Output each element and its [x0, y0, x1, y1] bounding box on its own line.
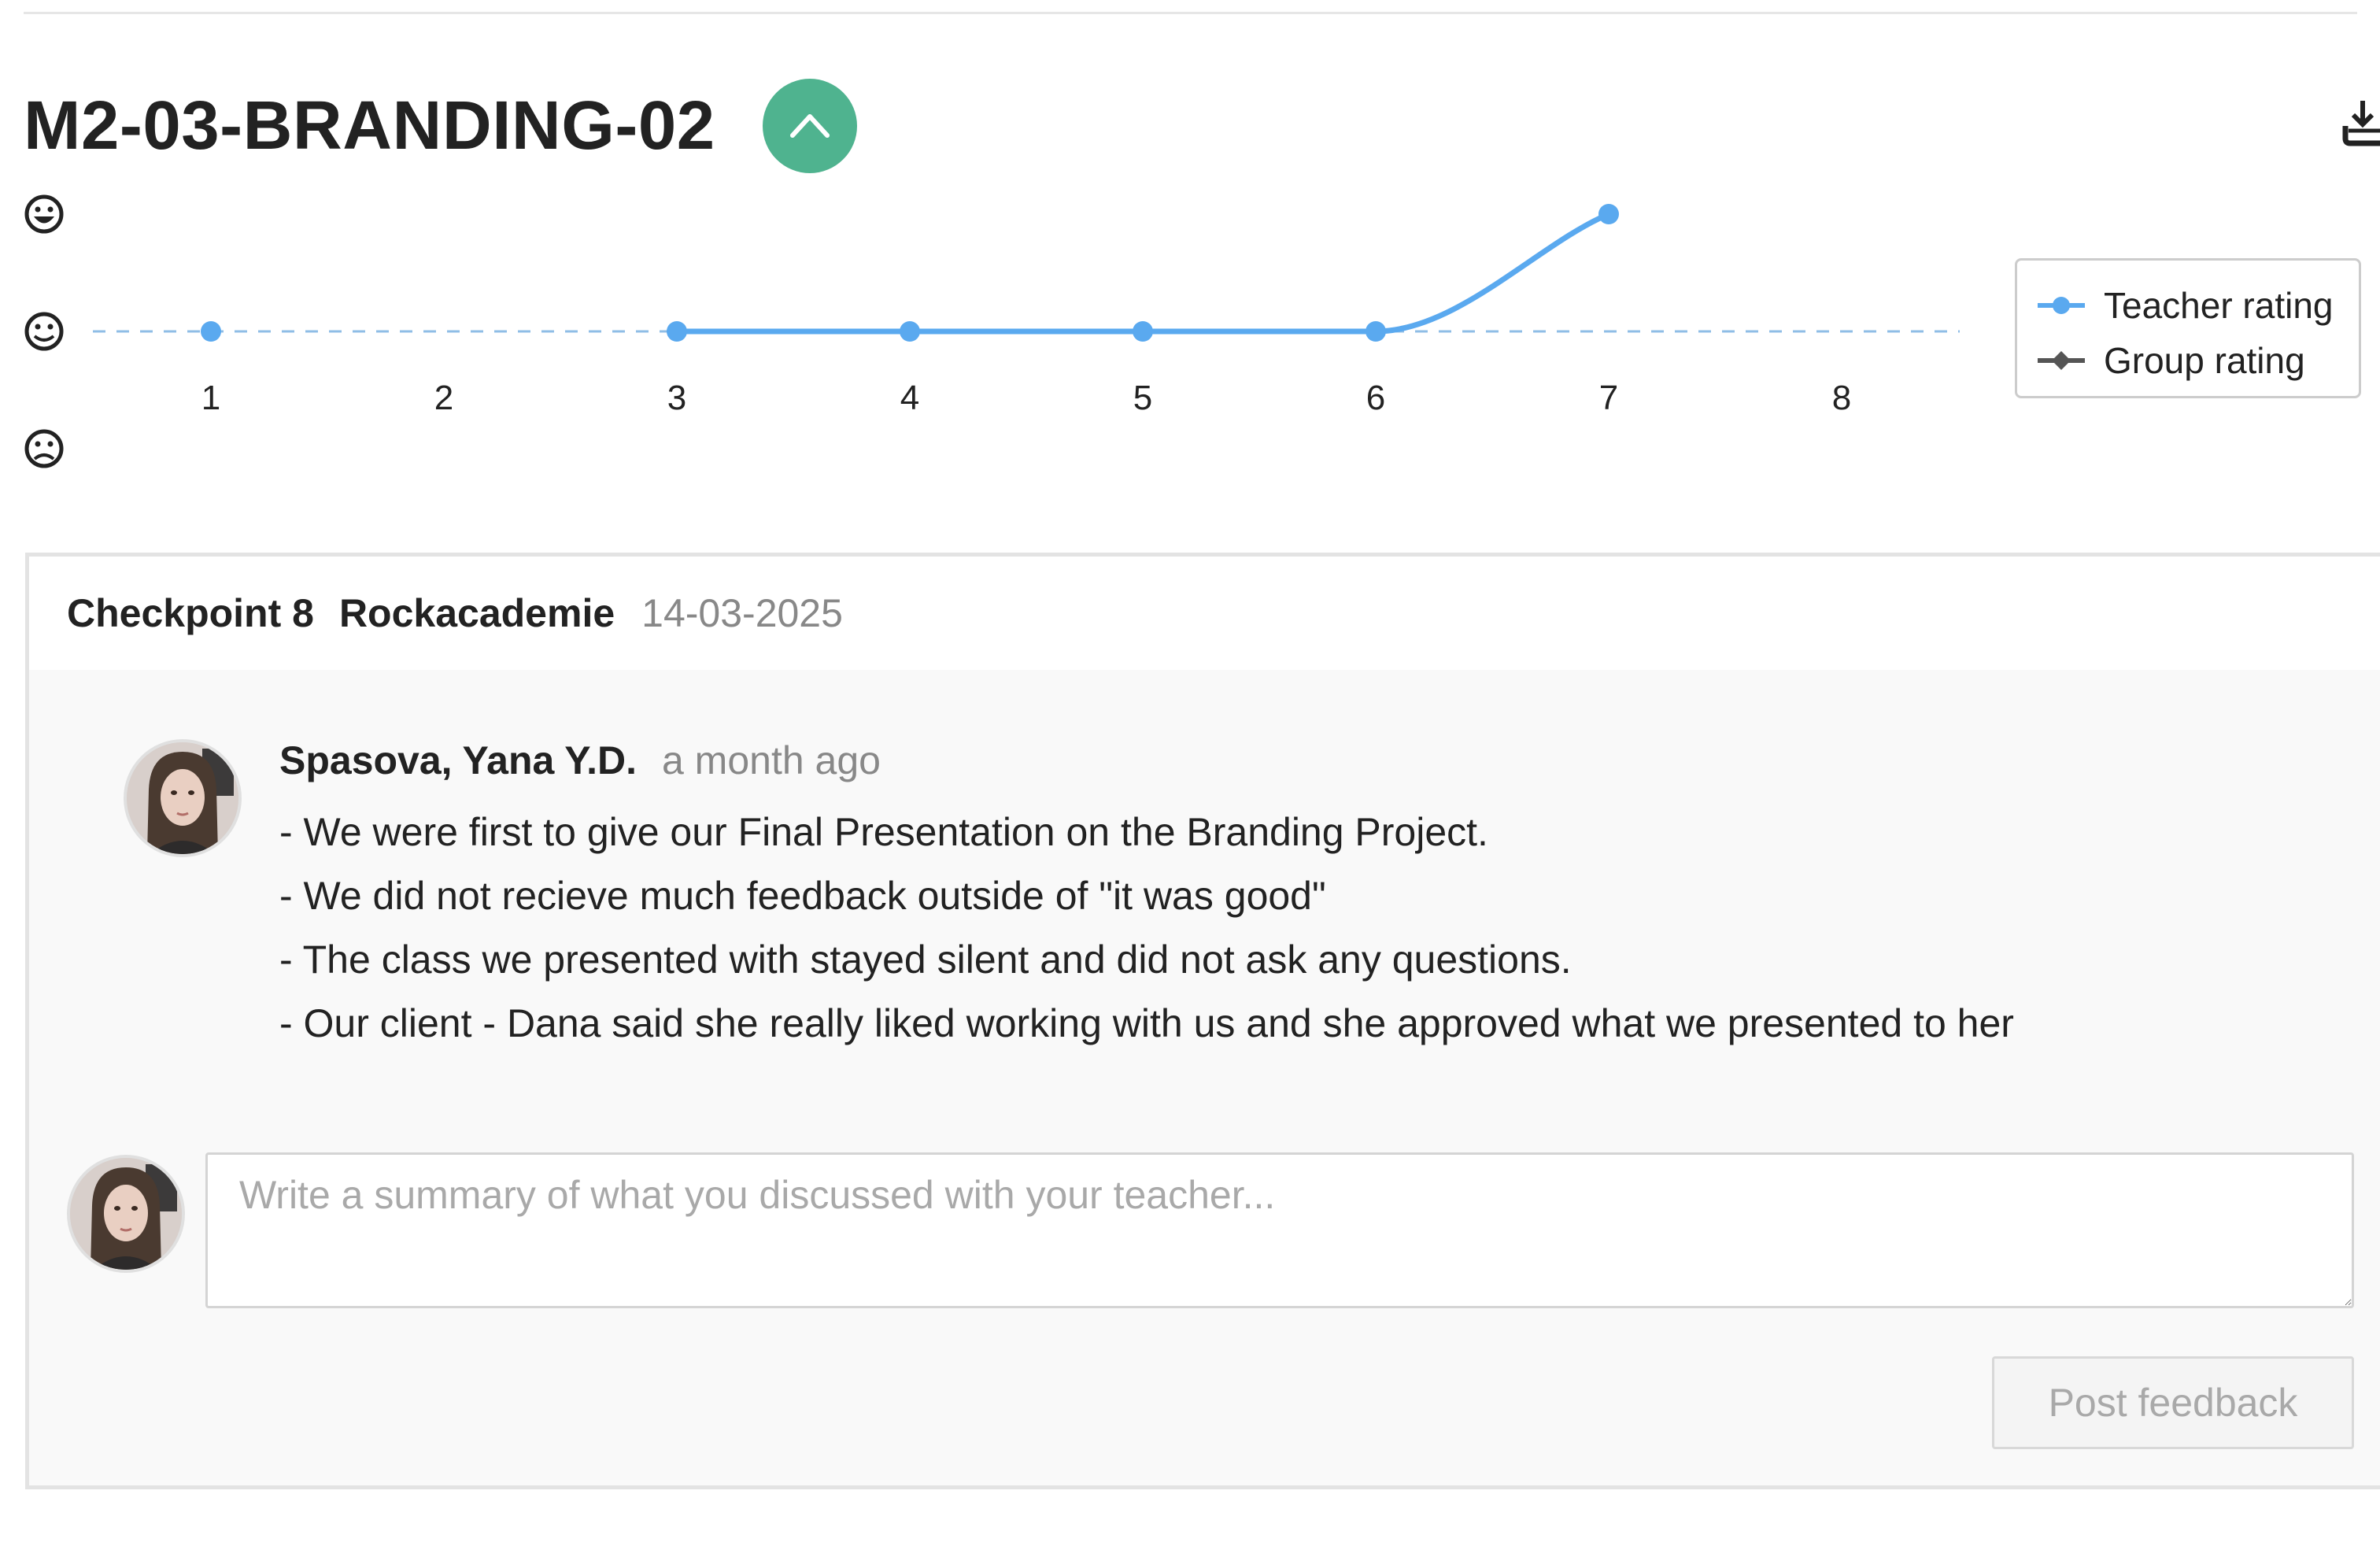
x-tick-label: 4: [900, 379, 919, 417]
checkpoint-header: Checkpoint 8 Rockacademie 14-03-2025: [29, 557, 2380, 670]
x-tick-label: 7: [1599, 379, 1618, 417]
face-mouth: [33, 453, 55, 460]
x-axis-ticks: 1 2 3 4 5 6 7 8: [201, 379, 1851, 417]
checkpoint-card: Checkpoint 8 Rockacademie 14-03-2025 Spa…: [25, 553, 2380, 1489]
x-tick-label: 3: [667, 379, 686, 417]
x-tick-label: 1: [201, 379, 220, 417]
comment-body: Spasova, Yana Y.D. a month ago - We were…: [279, 738, 2294, 1056]
checkpoint-label: Checkpoint 8: [67, 591, 314, 635]
collapse-toggle-button[interactable]: [762, 79, 857, 173]
face-mouth: [33, 335, 55, 342]
face-outline: [24, 194, 64, 234]
legend-item-teacher-rating[interactable]: Teacher rating: [2036, 278, 2359, 333]
legend-label-group-rating: Group rating: [2104, 340, 2305, 381]
sad-face-icon: [24, 429, 64, 468]
comment-line: - We did not recieve much feedback outsi…: [279, 874, 1326, 918]
x-tick-label: 6: [1366, 379, 1385, 417]
x-tick-label: 5: [1133, 379, 1152, 417]
legend-circle-marker-icon: [2038, 297, 2085, 314]
comment-line: - The class we presented with stayed sil…: [279, 938, 1572, 982]
y-axis-icons: [24, 194, 64, 468]
comment-author: Spasova, Yana Y.D.: [279, 738, 637, 782]
data-point: [1598, 204, 1619, 224]
download-button[interactable]: [2341, 94, 2380, 150]
chevron-up-icon: [789, 114, 830, 138]
face-eye: [47, 441, 54, 447]
series-layer: [201, 204, 1619, 342]
face-eye: [35, 441, 41, 447]
legend-diamond-marker-icon: [2038, 351, 2085, 370]
download-icon: [2342, 101, 2380, 146]
series-line: [674, 211, 1612, 335]
top-toolbar-strip: [24, 0, 2357, 14]
face-outline: [24, 429, 64, 468]
data-point: [1366, 321, 1386, 342]
avatar-portrait-icon: [70, 1158, 182, 1270]
face-eye: [35, 206, 41, 213]
module-header: M2-03-BRANDING-02: [24, 63, 857, 189]
neutral-face-icon: [24, 312, 64, 351]
post-feedback-button[interactable]: Post feedback: [1992, 1356, 2354, 1449]
face-eye: [35, 324, 41, 330]
avatar-portrait-icon: [127, 742, 238, 854]
author-avatar: [124, 739, 242, 857]
current-user-avatar: [67, 1155, 185, 1273]
comment-line: - Our client - Dana said she really like…: [279, 1001, 2014, 1045]
legend-label-teacher-rating: Teacher rating: [2104, 285, 2334, 326]
legend-item-group-rating[interactable]: Group rating: [2036, 333, 2359, 388]
face-eye: [47, 206, 54, 213]
happy-face-icon: [24, 194, 64, 234]
comment-meta: Spasova, Yana Y.D. a month ago: [279, 738, 2294, 801]
data-point: [900, 321, 920, 342]
face-eye: [47, 324, 54, 330]
data-point: [201, 321, 221, 342]
comment-line: - We were first to give our Final Presen…: [279, 810, 1488, 854]
checkpoint-date: 14-03-2025: [641, 591, 843, 635]
checkpoint-organization: Rockacademie: [338, 591, 615, 635]
face-mouth: [34, 216, 54, 224]
x-tick-label: 2: [434, 379, 453, 417]
summary-textarea[interactable]: [205, 1152, 2354, 1308]
face-outline: [24, 312, 64, 351]
chart-legend: Teacher rating Group rating: [2015, 258, 2361, 398]
comment-timestamp: a month ago: [661, 738, 881, 782]
data-point: [1133, 321, 1153, 342]
data-point: [667, 321, 687, 342]
module-title: M2-03-BRANDING-02: [24, 87, 715, 164]
x-tick-label: 8: [1832, 379, 1851, 417]
